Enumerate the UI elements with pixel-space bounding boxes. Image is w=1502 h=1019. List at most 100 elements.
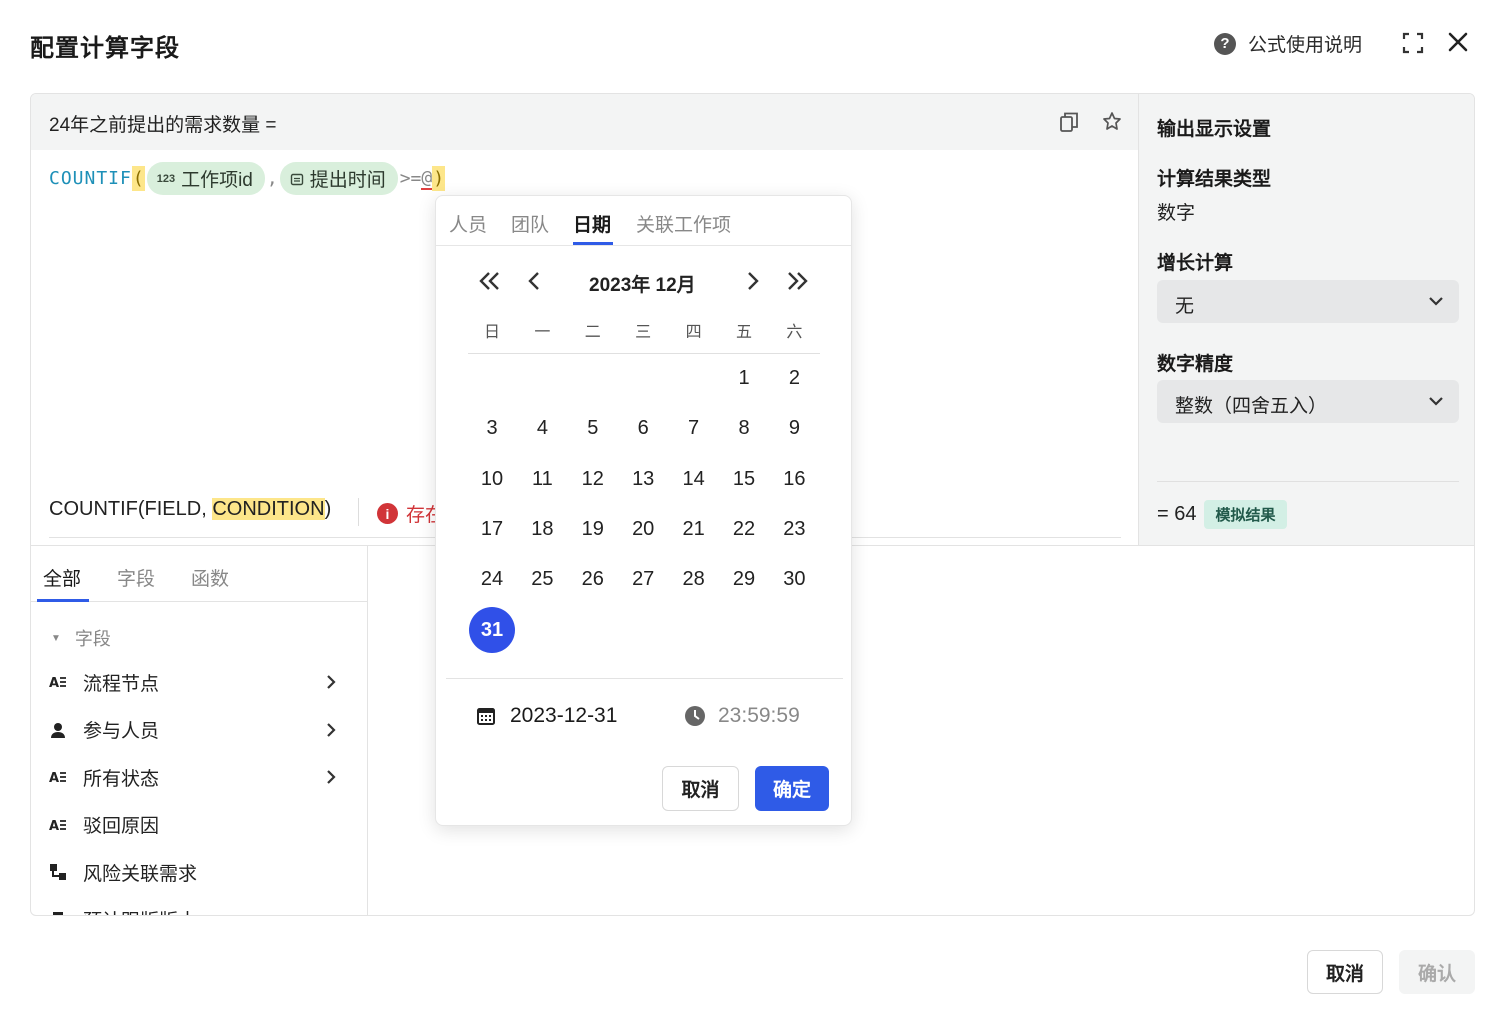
calendar-day[interactable]: 14 <box>671 456 717 502</box>
field-item-label: 风险关联需求 <box>83 863 198 885</box>
tab-all[interactable]: 全部 <box>43 564 81 591</box>
calendar-day[interactable]: 4 <box>519 405 565 451</box>
growth-select[interactable]: 无 <box>1157 280 1459 323</box>
date-input[interactable]: 2023-12-31 <box>476 704 617 728</box>
copy-icon[interactable] <box>1058 111 1080 133</box>
chevron-right-icon[interactable] <box>323 673 339 691</box>
calendar-day[interactable]: 18 <box>519 506 565 552</box>
open-paren: ( <box>131 166 145 191</box>
calendar-day[interactable]: 5 <box>570 405 616 451</box>
prev-year-icon[interactable] <box>477 270 503 292</box>
picker-tab-team[interactable]: 团队 <box>511 210 549 237</box>
tab-fields[interactable]: 字段 <box>117 564 155 591</box>
calendar-day[interactable]: 2 <box>771 355 817 401</box>
precision-select[interactable]: 整数（四舍五入） <box>1157 380 1459 423</box>
mention-trigger: @ <box>421 167 433 190</box>
calendar-day[interactable]: 24 <box>469 556 515 602</box>
weekday-label: 四 <box>685 324 702 341</box>
calendar-day[interactable]: 6 <box>620 405 666 451</box>
field-group-header[interactable]: ▼ 字段 <box>51 625 111 651</box>
left-tabs: 全部 字段 函数 <box>31 546 367 602</box>
calendar-day[interactable]: 22 <box>721 506 767 552</box>
calendar-day[interactable]: 16 <box>771 456 817 502</box>
fullscreen-icon[interactable] <box>1402 32 1424 54</box>
field-item[interactable]: A 驳回原因 <box>49 811 339 839</box>
field-list-panel: 全部 字段 函数 ▼ 字段 A 流程节点参与人员 A 所有状态 A 驳回原因风险关联需求预… <box>31 546 368 915</box>
calendar-day[interactable]: 8 <box>721 405 767 451</box>
hint-prefix: COUNTIF(FIELD, <box>49 498 213 520</box>
question-icon: ? <box>1214 32 1236 55</box>
formula-help-link[interactable]: ? 公式使用说明 <box>1214 30 1362 57</box>
calendar-day[interactable]: 25 <box>519 556 565 602</box>
field-item[interactable]: A 流程节点 <box>49 668 339 696</box>
calendar-day[interactable]: 7 <box>671 405 717 451</box>
weekday-label: 五 <box>735 324 752 341</box>
field-item[interactable]: 预计跟版版本 <box>49 906 339 915</box>
picker-tab-people[interactable]: 人员 <box>449 210 487 237</box>
calendar-day[interactable]: 27 <box>620 556 666 602</box>
calendar-field-icon <box>290 173 303 185</box>
close-icon[interactable] <box>1447 31 1469 53</box>
calendar-day[interactable]: 29 <box>721 556 767 602</box>
calendar-day[interactable]: 1 <box>721 355 767 401</box>
next-month-icon[interactable] <box>739 270 765 292</box>
field-item[interactable]: 风险关联需求 <box>49 858 339 886</box>
result-type-label: 计算结果类型 <box>1157 169 1272 190</box>
svg-text:A: A <box>49 676 59 690</box>
field-chip-label: 工作项id <box>181 170 253 191</box>
picker-tab-date[interactable]: 日期 <box>573 210 611 237</box>
field-item-label: 预计跟版版本 <box>83 906 197 915</box>
magic-wand-icon[interactable] <box>1100 110 1124 134</box>
picker-ok-button[interactable]: 确定 <box>755 766 829 811</box>
growth-label: 增长计算 <box>1157 253 1234 274</box>
field-item[interactable]: A 所有状态 <box>49 763 339 791</box>
link-icon <box>49 863 67 881</box>
calendar-day-selected[interactable]: 31 <box>469 606 515 653</box>
error-message: i 存在 <box>377 500 444 527</box>
calendar-day[interactable]: 26 <box>570 556 616 602</box>
divider <box>468 353 820 354</box>
dialog-confirm-button[interactable]: 确认 <box>1399 950 1475 994</box>
tab-functions[interactable]: 函数 <box>191 564 229 591</box>
calendar-day[interactable]: 15 <box>721 456 767 502</box>
active-tab-indicator <box>37 599 89 602</box>
month-label: 2023年 12月 <box>589 275 696 296</box>
picker-tab-related-items[interactable]: 关联工作项 <box>636 210 731 237</box>
calendar-day[interactable]: 10 <box>469 456 515 502</box>
calendar-day[interactable]: 28 <box>671 556 717 602</box>
calendar-day[interactable]: 13 <box>620 456 666 502</box>
chevron-right-icon[interactable] <box>323 768 339 786</box>
calendar-day[interactable]: 12 <box>570 456 616 502</box>
prev-month-icon[interactable] <box>522 270 548 292</box>
chevron-down-icon <box>1429 297 1443 306</box>
calendar-day[interactable]: 20 <box>620 506 666 552</box>
field-chip-submit-time[interactable]: 提出时间 <box>279 162 398 195</box>
weekday-label: 二 <box>584 324 601 341</box>
calendar-day[interactable]: 30 <box>771 556 817 602</box>
chevron-right-icon[interactable] <box>323 721 339 739</box>
text-list-icon: A <box>49 673 67 691</box>
dialog-title: 配置计算字段 <box>30 35 180 62</box>
calendar-day[interactable]: 17 <box>469 506 515 552</box>
picker-cancel-button[interactable]: 取消 <box>662 766 739 811</box>
calendar-day[interactable]: 9 <box>771 405 817 451</box>
next-year-icon[interactable] <box>784 270 810 292</box>
calendar-day[interactable]: 21 <box>671 506 717 552</box>
svg-text:A: A <box>49 771 59 785</box>
field-chip-label: 提出时间 <box>309 170 386 191</box>
formula-name: 24年之前提出的需求数量 = <box>49 115 277 136</box>
field-chip-work-item-id[interactable]: 123 工作项id <box>146 162 265 195</box>
calendar-day[interactable]: 3 <box>469 405 515 451</box>
calendar-icon <box>477 708 495 725</box>
dialog-cancel-button[interactable]: 取消 <box>1307 950 1383 994</box>
time-input[interactable]: 23:59:59 <box>684 704 800 728</box>
field-item[interactable]: 参与人员 <box>49 716 339 744</box>
calendar-day[interactable]: 23 <box>771 506 817 552</box>
calendar-day[interactable]: 19 <box>570 506 616 552</box>
hint-suffix: ) <box>324 498 332 520</box>
calendar-day[interactable]: 11 <box>519 456 565 502</box>
close-paren: ) <box>432 166 446 191</box>
date-picker-popup: 人员 团队 日期 关联工作项 2023年 12月 日一二三四五六 1234567… <box>435 195 852 826</box>
output-settings-panel: 输出显示设置 计算结果类型 数字 增长计算 无 数字精度 整数（四舍五入） = … <box>1138 94 1474 545</box>
formula-code[interactable]: COUNTIF ( 123 工作项id , 提出时间 >= @ ) <box>49 162 446 195</box>
